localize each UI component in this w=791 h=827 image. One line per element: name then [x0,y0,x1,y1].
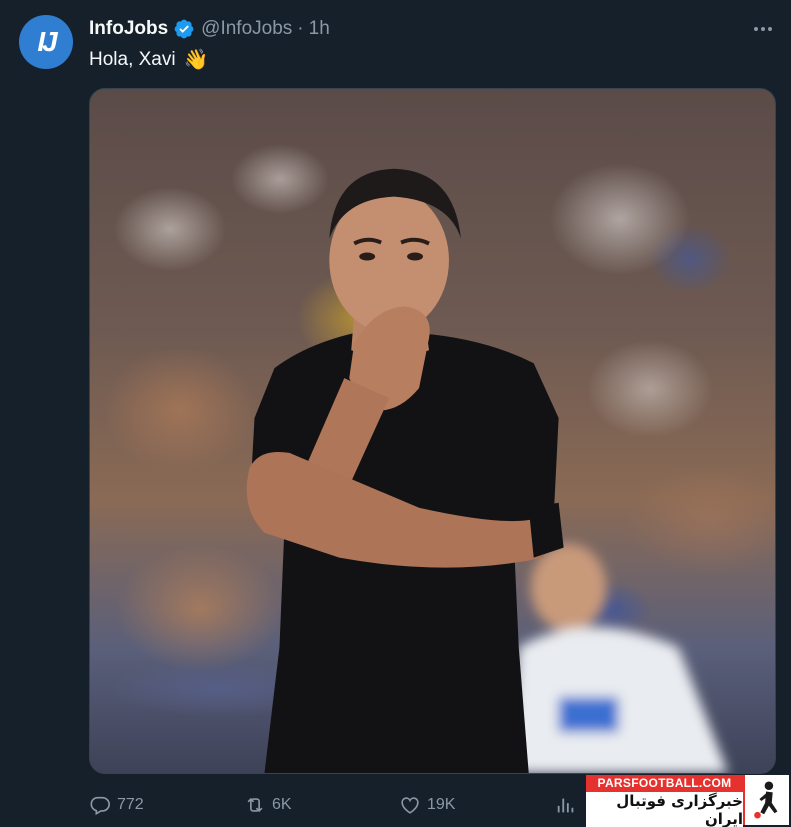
heart-icon [401,797,419,814]
verified-badge-icon [173,18,195,40]
tweet-text-content: Hola, Xavi [89,48,176,70]
photo-coach-figure [246,168,729,773]
reply-button[interactable]: 772 [89,793,144,817]
avatar-logo-text: IJ [37,26,57,57]
waving-hand-emoji: 👋 [183,49,209,71]
reply-count: 772 [117,796,144,813]
analytics-icon [557,798,574,813]
like-count: 19K [427,796,456,813]
tweet-photo[interactable] [89,88,776,774]
watermark-tagline: خبرگزاری فوتبال ایران [586,792,743,827]
footballer-logo-icon [743,775,789,825]
retweet-count: 6K [272,796,292,813]
retweet-button[interactable]: 6K [244,793,292,817]
like-button[interactable]: 19K [399,793,455,817]
more-options-icon[interactable] [751,19,775,39]
analytics-button[interactable] [555,793,577,817]
handle[interactable]: @InfoJobs [201,18,292,40]
timestamp[interactable]: 1h [309,18,330,40]
avatar[interactable]: IJ [19,15,73,69]
site-watermark: PARSFOOTBALL.COM خبرگزاری فوتبال ایران [586,775,789,827]
separator-dot: · [297,18,304,39]
tweet-text: Hola, Xavi 👋 [89,47,209,72]
watermark-site: PARSFOOTBALL.COM [586,775,743,792]
tweet[interactable]: IJ InfoJobs @InfoJobs · 1h Hola, Xavi 👋 [0,0,791,827]
display-name[interactable]: InfoJobs [89,18,168,40]
tweet-header: InfoJobs @InfoJobs · 1h [89,17,330,41]
reply-icon [90,796,110,816]
retweet-icon [247,797,263,813]
